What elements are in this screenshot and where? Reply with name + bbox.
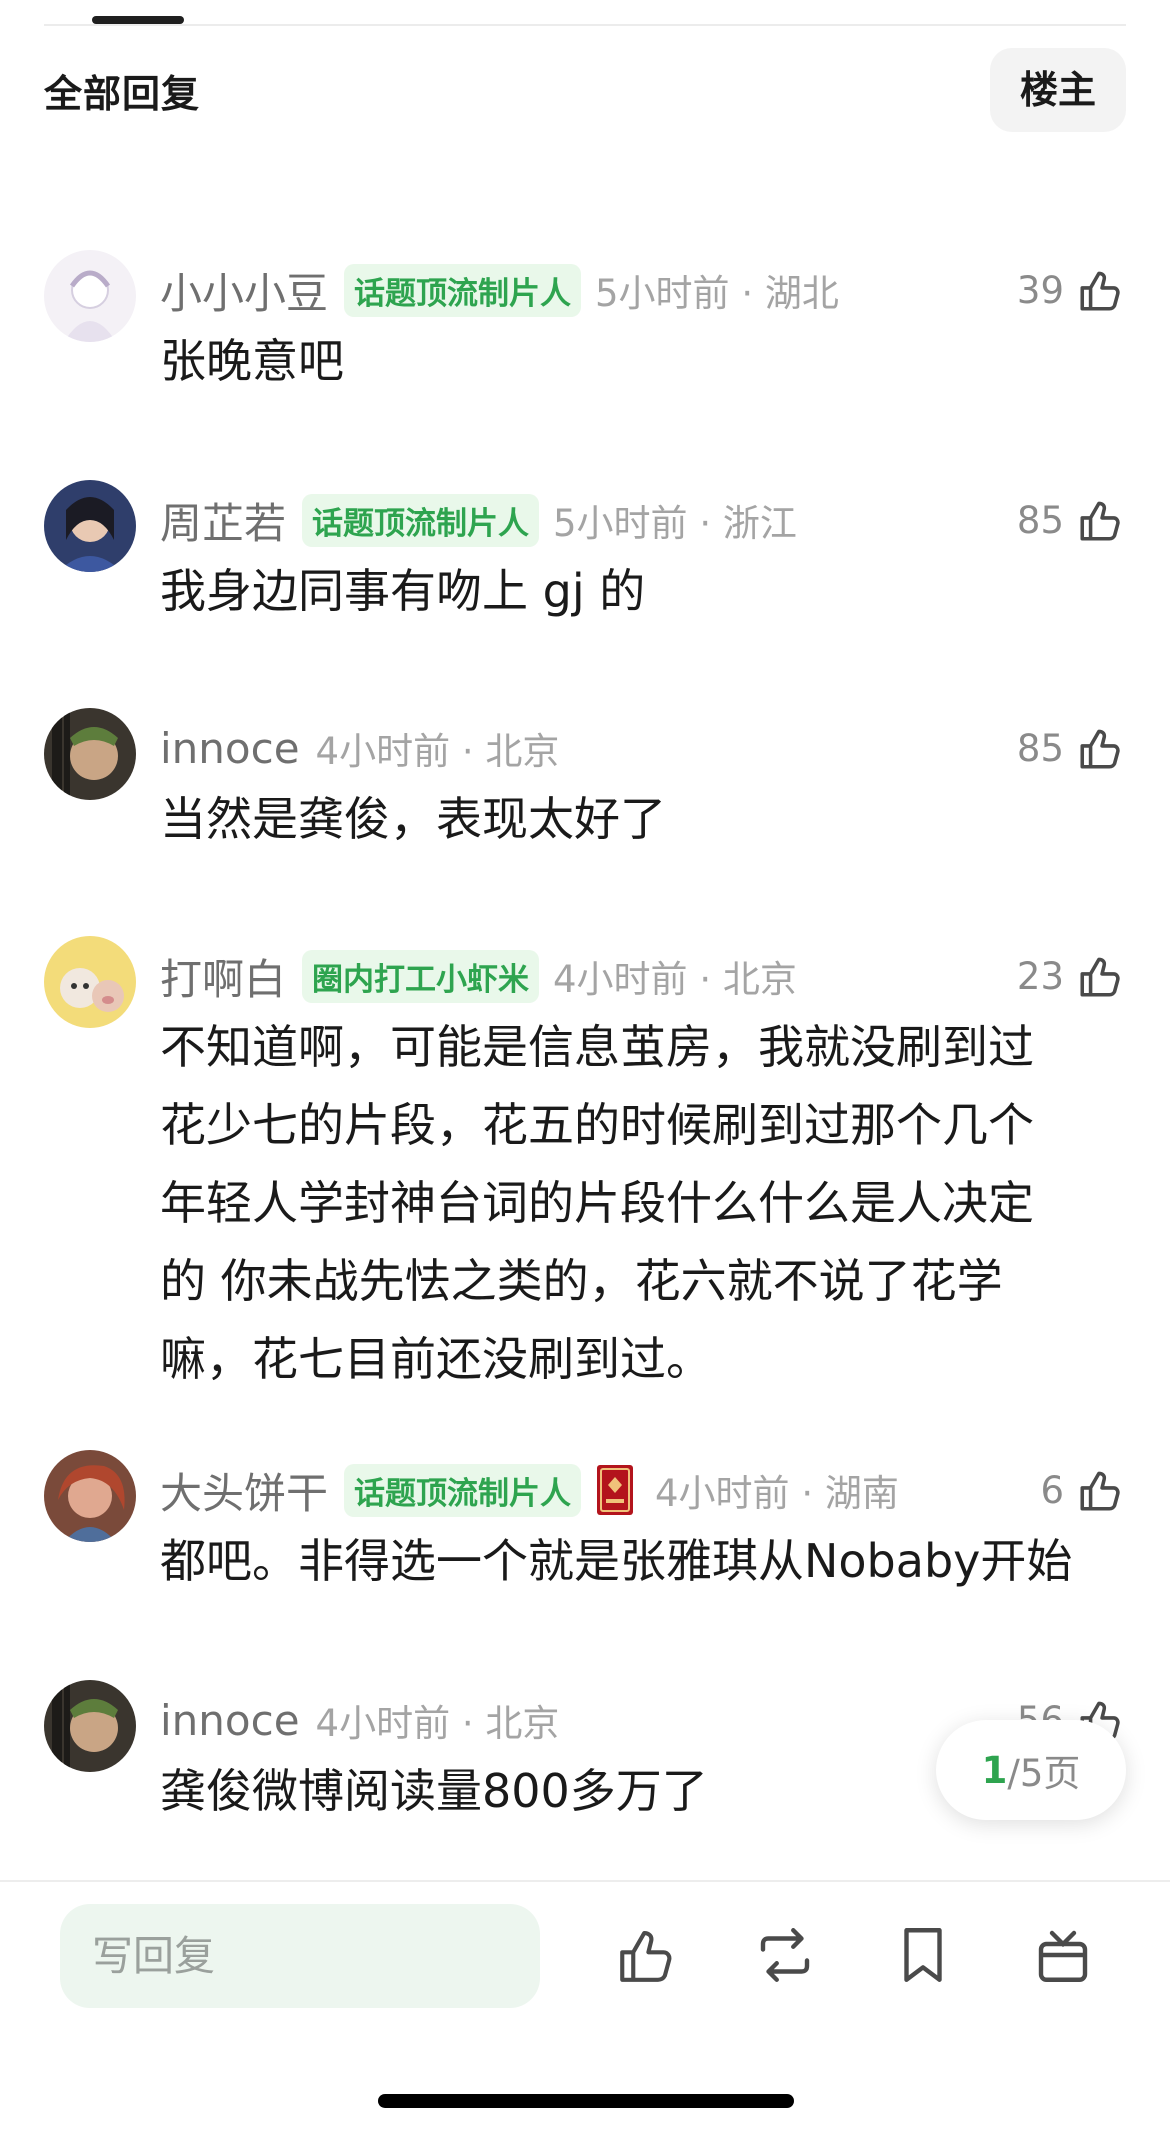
- like-count: 39: [1016, 268, 1064, 312]
- like-count: 23: [1016, 954, 1064, 998]
- username[interactable]: 大头饼干: [160, 1460, 328, 1521]
- repost-button[interactable]: [752, 1922, 818, 1988]
- page-indicator[interactable]: 1 /5页: [936, 1720, 1126, 1820]
- comment-text: 当然是龚俊，表现太好了: [160, 780, 1126, 858]
- comment-text: 张晚意吧: [160, 322, 1126, 400]
- comment-line: 张晚意吧: [160, 334, 344, 388]
- bottom-action-bar: 写回复: [0, 1880, 1170, 2131]
- comment-line: 花少七的片段，花五的时候刷到过那个几个: [160, 1098, 1034, 1152]
- comment-line: 不知道啊，可能是信息茧房，我就没刷到过: [160, 1020, 1034, 1074]
- avatar[interactable]: [44, 1680, 136, 1772]
- user-badge: 话题顶流制片人: [344, 1463, 582, 1517]
- comment-time-location: 4小时前 · 北京: [553, 958, 797, 1001]
- bookmark-button[interactable]: [890, 1922, 956, 1988]
- comment-item: 小小小豆 话题顶流制片人 5小时前 · 湖北 39 张晚意吧: [44, 250, 1126, 388]
- comment-item: 大头饼干 话题顶流制片人 4小时前 · 湖南 6 都吧。非得选一个就是张雅琪从N…: [44, 1450, 1126, 1588]
- bookmark-icon: [904, 1928, 942, 1982]
- thumbs-up-icon: [1080, 1471, 1120, 1511]
- gift-button[interactable]: [1030, 1922, 1096, 1988]
- comment-text: 不知道啊，可能是信息茧房，我就没刷到过 花少七的片段，花五的时候刷到过那个几个 …: [160, 1008, 1126, 1398]
- comment-time-location: 4小时前 · 湖南: [655, 1472, 899, 1515]
- medal-icon: [597, 1465, 634, 1515]
- current-page: 1: [981, 1748, 1008, 1792]
- comment-item: 打啊白 圈内打工小虾米 4小时前 · 北京 23 不知道啊，可能是信息茧房，我就…: [44, 936, 1126, 1386]
- like-button[interactable]: 85: [1017, 492, 1126, 548]
- avatar[interactable]: [44, 1450, 136, 1542]
- comment-time-location: 4小时前 · 北京: [315, 730, 560, 773]
- comment-item: 周芷若 话题顶流制片人 5小时前 · 浙江 85 我身边同事有吻上 gj 的: [44, 480, 1126, 618]
- like-button[interactable]: 39: [1017, 262, 1126, 318]
- avatar[interactable]: [44, 250, 136, 342]
- comment-line: 的 你未战先怯之类的，花六就不说了花学: [160, 1254, 1003, 1308]
- comment-header: 打啊白 圈内打工小虾米 4小时前 · 北京: [160, 946, 1126, 1006]
- thumbs-up-icon: [1080, 501, 1120, 541]
- user-badge: 圈内打工小虾米: [302, 949, 540, 1003]
- thumbs-up-icon: [620, 1930, 672, 1982]
- comment-time-location: 5小时前 · 湖北: [595, 272, 839, 315]
- op-only-button[interactable]: 楼主: [989, 48, 1126, 132]
- avatar[interactable]: [44, 708, 136, 800]
- username[interactable]: 打啊白: [160, 946, 286, 1007]
- thumbs-up-icon: [1080, 729, 1120, 769]
- comment-text: 我身边同事有吻上 gj 的: [160, 552, 1126, 630]
- user-badge: 话题顶流制片人: [344, 263, 582, 317]
- comment-time-location: 4小时前 · 北京: [315, 1702, 560, 1745]
- username[interactable]: 小小小豆: [160, 260, 328, 321]
- thumbs-up-icon: [1080, 271, 1120, 311]
- comment-text: 都吧。非得选一个就是张雅琪从Nobaby开始: [160, 1522, 1126, 1600]
- username[interactable]: innoce: [160, 724, 300, 773]
- comment-item: innoce 4小时前 · 北京 85 当然是龚俊，表现太好了: [44, 708, 1126, 846]
- username[interactable]: 周芷若: [160, 490, 286, 551]
- comment-line: 嘛，花七目前还没刷到过。: [160, 1332, 712, 1386]
- comment-line: 年轻人学封神台词的片段什么什么是人决定: [160, 1176, 1034, 1230]
- all-replies-title: 全部回复: [44, 71, 201, 116]
- like-count: 85: [1016, 726, 1064, 770]
- like-button[interactable]: 85: [1017, 720, 1126, 776]
- like-button[interactable]: 6: [1040, 1462, 1126, 1518]
- like-post-button[interactable]: [614, 1922, 680, 1988]
- like-count: 85: [1016, 498, 1064, 542]
- gift-icon: [1038, 1930, 1088, 1982]
- comment-time-location: 5小时前 · 浙江: [553, 502, 797, 545]
- total-pages: /5页: [1007, 1752, 1081, 1795]
- top-divider: [44, 24, 1126, 26]
- comment-header: 大头饼干 话题顶流制片人 4小时前 · 湖南: [160, 1460, 1126, 1520]
- top-sheet-indicator: [92, 16, 184, 24]
- comment-line: 都吧。非得选一个就是张雅琪从Nobaby开始: [160, 1534, 1073, 1588]
- like-button[interactable]: 23: [1017, 948, 1126, 1004]
- like-count: 6: [1040, 1468, 1064, 1512]
- repost-icon: [760, 1928, 810, 1982]
- user-badge: 话题顶流制片人: [302, 493, 540, 547]
- reply-input[interactable]: 写回复: [60, 1904, 540, 2008]
- comment-header: 小小小豆 话题顶流制片人 5小时前 · 湖北: [160, 260, 1126, 320]
- avatar[interactable]: [44, 936, 136, 1028]
- comment-line: 当然是龚俊，表现太好了: [160, 792, 666, 846]
- comment-line: 我身边同事有吻上 gj 的: [160, 564, 646, 618]
- home-indicator: [378, 2094, 794, 2108]
- comment-header: innoce 4小时前 · 北京: [160, 718, 1126, 778]
- avatar[interactable]: [44, 480, 136, 572]
- username[interactable]: innoce: [160, 1696, 300, 1745]
- reply-header: 全部回复 楼主: [44, 48, 1126, 132]
- thumbs-up-icon: [1080, 957, 1120, 997]
- comment-header: 周芷若 话题顶流制片人 5小时前 · 浙江: [160, 490, 1126, 550]
